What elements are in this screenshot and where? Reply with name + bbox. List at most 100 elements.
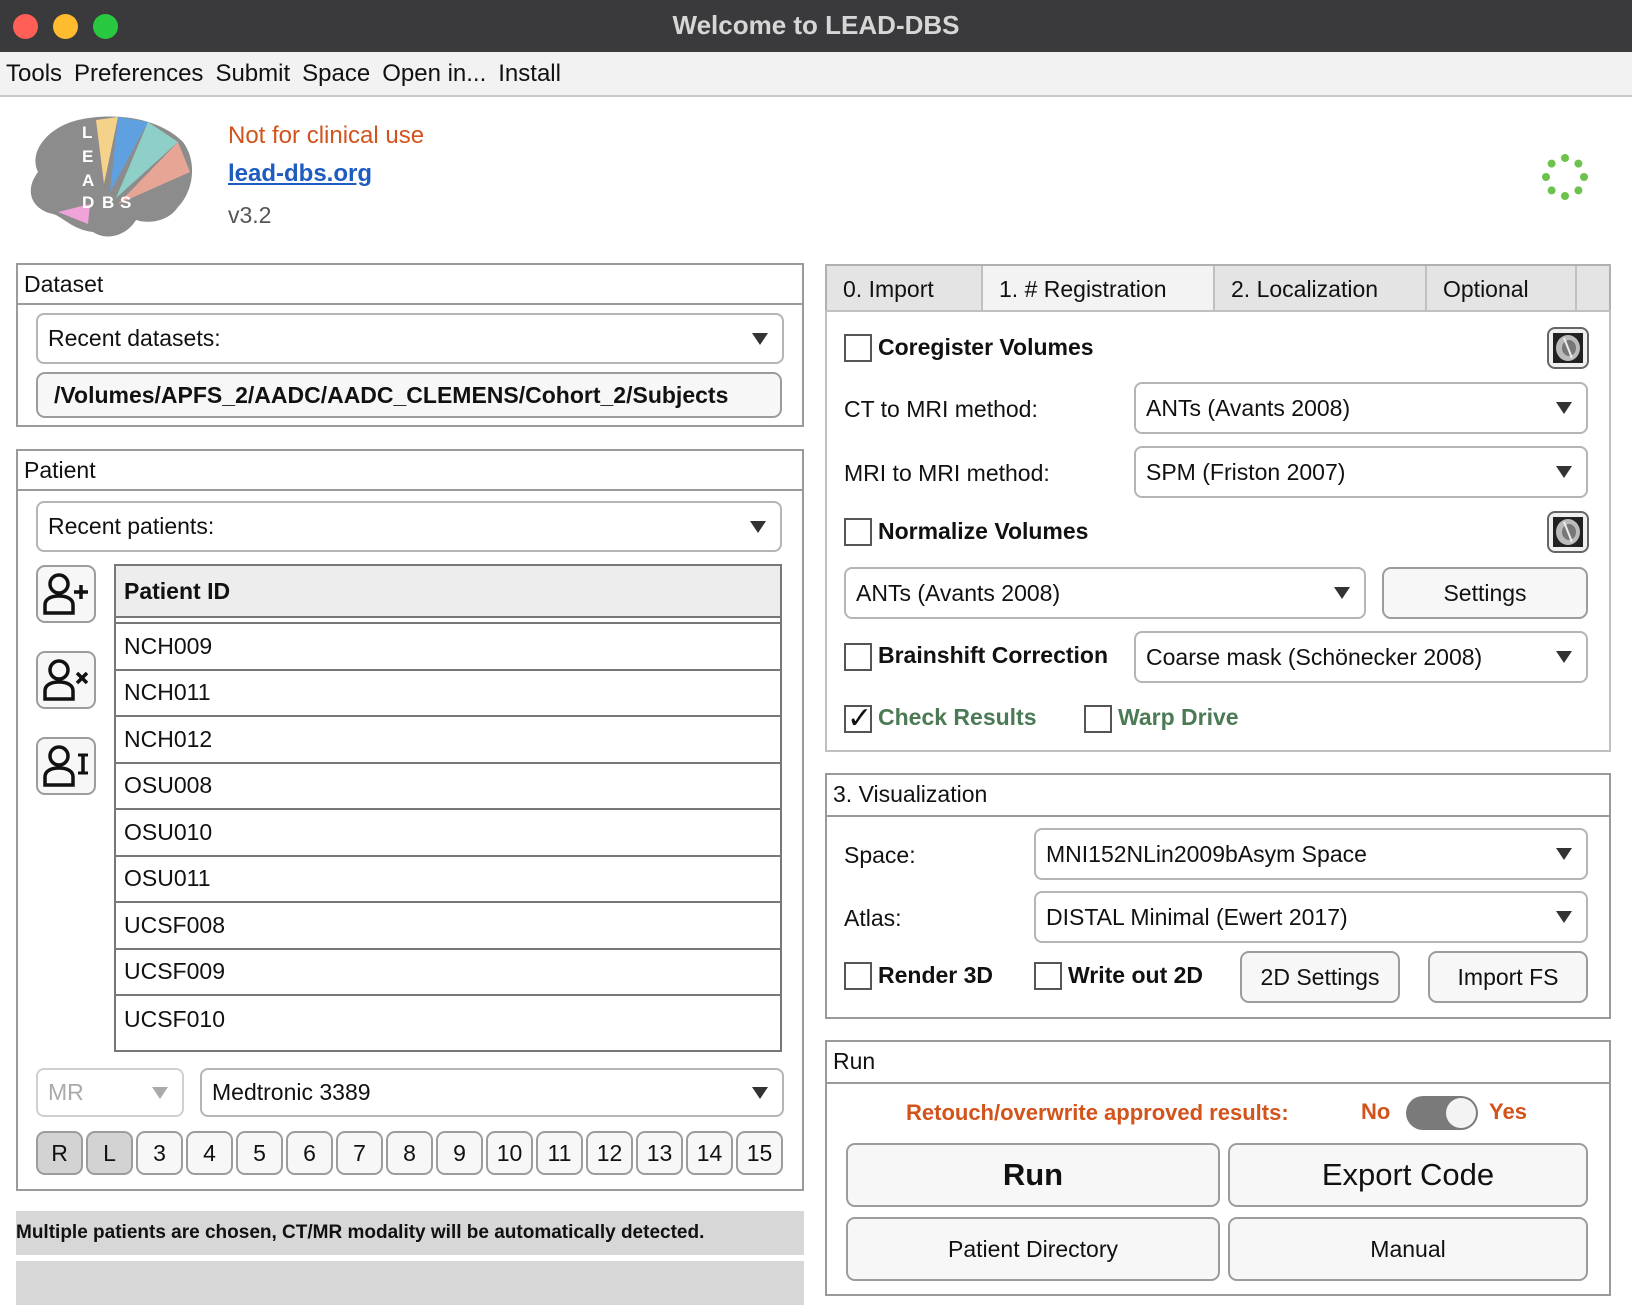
normalize-checkbox[interactable] [844,518,872,546]
progress-bar [16,1261,804,1305]
normalize-preview-button[interactable] [1547,511,1589,553]
patient-row[interactable]: OSU011 [116,856,780,903]
contact-button-9[interactable]: 9 [436,1131,483,1175]
render-3d-checkbox[interactable] [844,962,872,990]
import-fs-button[interactable]: Import FS [1428,951,1588,1003]
ct-mri-method-dropdown[interactable]: ANTs (Avants 2008) [1134,382,1588,434]
ct-mri-method-value: ANTs (Avants 2008) [1146,394,1351,421]
space-dropdown[interactable]: MNI152NLin2009bAsym Space [1034,828,1588,880]
contact-button-12[interactable]: 12 [586,1131,633,1175]
patient-list[interactable]: Patient ID NCH009 NCH011 NCH012 OSU008 O… [114,564,782,1052]
contact-button-3[interactable]: 3 [136,1131,183,1175]
coregister-checkbox[interactable] [844,334,872,362]
normalize-method-dropdown[interactable]: ANTs (Avants 2008) [844,567,1366,619]
status-message: Multiple patients are chosen, CT/MR moda… [16,1211,804,1255]
contact-button-11[interactable]: 11 [536,1131,583,1175]
logo-letter-a: A [82,171,94,190]
tab-localization[interactable]: 2. Localization [1215,266,1427,312]
contact-button-l[interactable]: L [86,1131,133,1175]
tab-optional[interactable]: Optional [1427,266,1577,312]
patient-row[interactable]: NCH009 [116,624,780,671]
write-out-2d-checkbox[interactable] [1034,962,1062,990]
website-link[interactable]: lead-dbs.org [228,160,372,188]
patient-row[interactable]: UCSF010 [116,996,780,1043]
patient-id-column-header[interactable]: Patient ID [116,566,780,618]
contact-button-15[interactable]: 15 [736,1131,783,1175]
patient-row[interactable]: NCH011 [116,670,780,717]
chevron-down-icon [152,1086,168,1099]
contact-button-14[interactable]: 14 [686,1131,733,1175]
menu-space[interactable]: Space [302,60,370,88]
recent-patients-dropdown[interactable]: Recent patients: [36,501,782,552]
brain-scan-icon [1553,517,1583,547]
chevron-down-icon [1556,466,1572,478]
contact-button-5[interactable]: 5 [236,1131,283,1175]
manual-button[interactable]: Manual [1228,1217,1588,1281]
menu-open-in[interactable]: Open in... [382,60,486,88]
patient-panel-title: Patient [24,457,96,483]
toggle-no-label: No [1361,1099,1391,1124]
patient-row[interactable]: OSU010 [116,810,780,857]
normalize-settings-button[interactable]: Settings [1382,567,1588,619]
atlas-dropdown[interactable]: DISTAL Minimal (Ewert 2017) [1034,891,1588,943]
patient-row[interactable]: UCSF009 [116,949,780,996]
brainshift-label: Brainshift Correction [878,642,1109,668]
chevron-down-icon [1556,848,1572,860]
brainshift-method-dropdown[interactable]: Coarse mask (Schönecker 2008) [1134,631,1588,683]
contact-button-13[interactable]: 13 [636,1131,683,1175]
patient-row[interactable]: UCSF008 [116,903,780,950]
mri-mri-method-dropdown[interactable]: SPM (Friston 2007) [1134,446,1588,498]
modality-value: MR [48,1079,84,1105]
export-code-button[interactable]: Export Code [1228,1143,1588,1207]
contact-button-7[interactable]: 7 [336,1131,383,1175]
contact-button-4[interactable]: 4 [186,1131,233,1175]
recent-datasets-dropdown[interactable]: Recent datasets: [36,313,784,364]
add-patient-button[interactable] [36,565,96,623]
patient-directory-button[interactable]: Patient Directory [846,1217,1220,1281]
window-title: Welcome to LEAD-DBS [672,10,960,40]
clinical-use-warning: Not for clinical use [228,122,425,149]
patient-row[interactable]: NCH012 [116,717,780,764]
modality-dropdown[interactable]: MR [36,1068,184,1117]
contact-button-8[interactable]: 8 [386,1131,433,1175]
brainshift-method-value: Coarse mask (Schönecker 2008) [1146,643,1483,670]
check-results-checkbox[interactable] [844,701,872,736]
menu-tools[interactable]: Tools [6,60,62,88]
atlas-value: DISTAL Minimal (Ewert 2017) [1046,903,1348,930]
tab-import[interactable]: 0. Import [827,266,983,312]
electrode-dropdown[interactable]: Medtronic 3389 [200,1068,784,1117]
brain-scan-icon [1553,333,1583,363]
dataset-path-button[interactable]: /Volumes/APFS_2/AADC/AADC_CLEMENS/Cohort… [36,372,782,418]
menu-submit[interactable]: Submit [215,60,290,88]
rename-patient-button[interactable] [36,737,96,795]
tab-registration[interactable]: 1. # Registration [983,266,1215,312]
patient-row[interactable]: OSU008 [116,763,780,810]
space-label: Space: [844,842,916,868]
menu-install[interactable]: Install [498,60,561,88]
2d-settings-button[interactable]: 2D Settings [1240,951,1400,1003]
retouch-label: Retouch/overwrite approved results: [906,1100,1289,1125]
run-button[interactable]: Run [846,1143,1220,1207]
contact-button-10[interactable]: 10 [486,1131,533,1175]
normalize-label: Normalize Volumes [878,518,1089,544]
remove-patient-button[interactable] [36,651,96,709]
title-bar: Welcome to LEAD-DBS [0,0,1632,52]
retouch-toggle[interactable] [1406,1096,1478,1130]
ct-mri-method-label: CT to MRI method: [844,396,1038,422]
chevron-down-icon [1556,402,1572,414]
warp-drive-checkbox[interactable] [1084,705,1112,733]
coregister-label: Coregister Volumes [878,334,1094,360]
coregister-preview-button[interactable] [1547,327,1589,369]
render-3d-label: Render 3D [878,962,994,988]
contact-button-6[interactable]: 6 [286,1131,333,1175]
brainshift-checkbox[interactable] [844,643,872,671]
toggle-knob [1446,1098,1476,1128]
recent-datasets-label: Recent datasets: [48,325,221,351]
space-value: MNI152NLin2009bAsym Space [1046,840,1367,867]
contact-button-r[interactable]: R [36,1131,83,1175]
logo-letter-s: S [120,193,131,212]
mri-mri-method-label: MRI to MRI method: [844,460,1050,486]
recent-patients-label: Recent patients: [48,513,215,539]
menu-preferences[interactable]: Preferences [74,60,203,88]
chevron-down-icon [1556,651,1572,663]
